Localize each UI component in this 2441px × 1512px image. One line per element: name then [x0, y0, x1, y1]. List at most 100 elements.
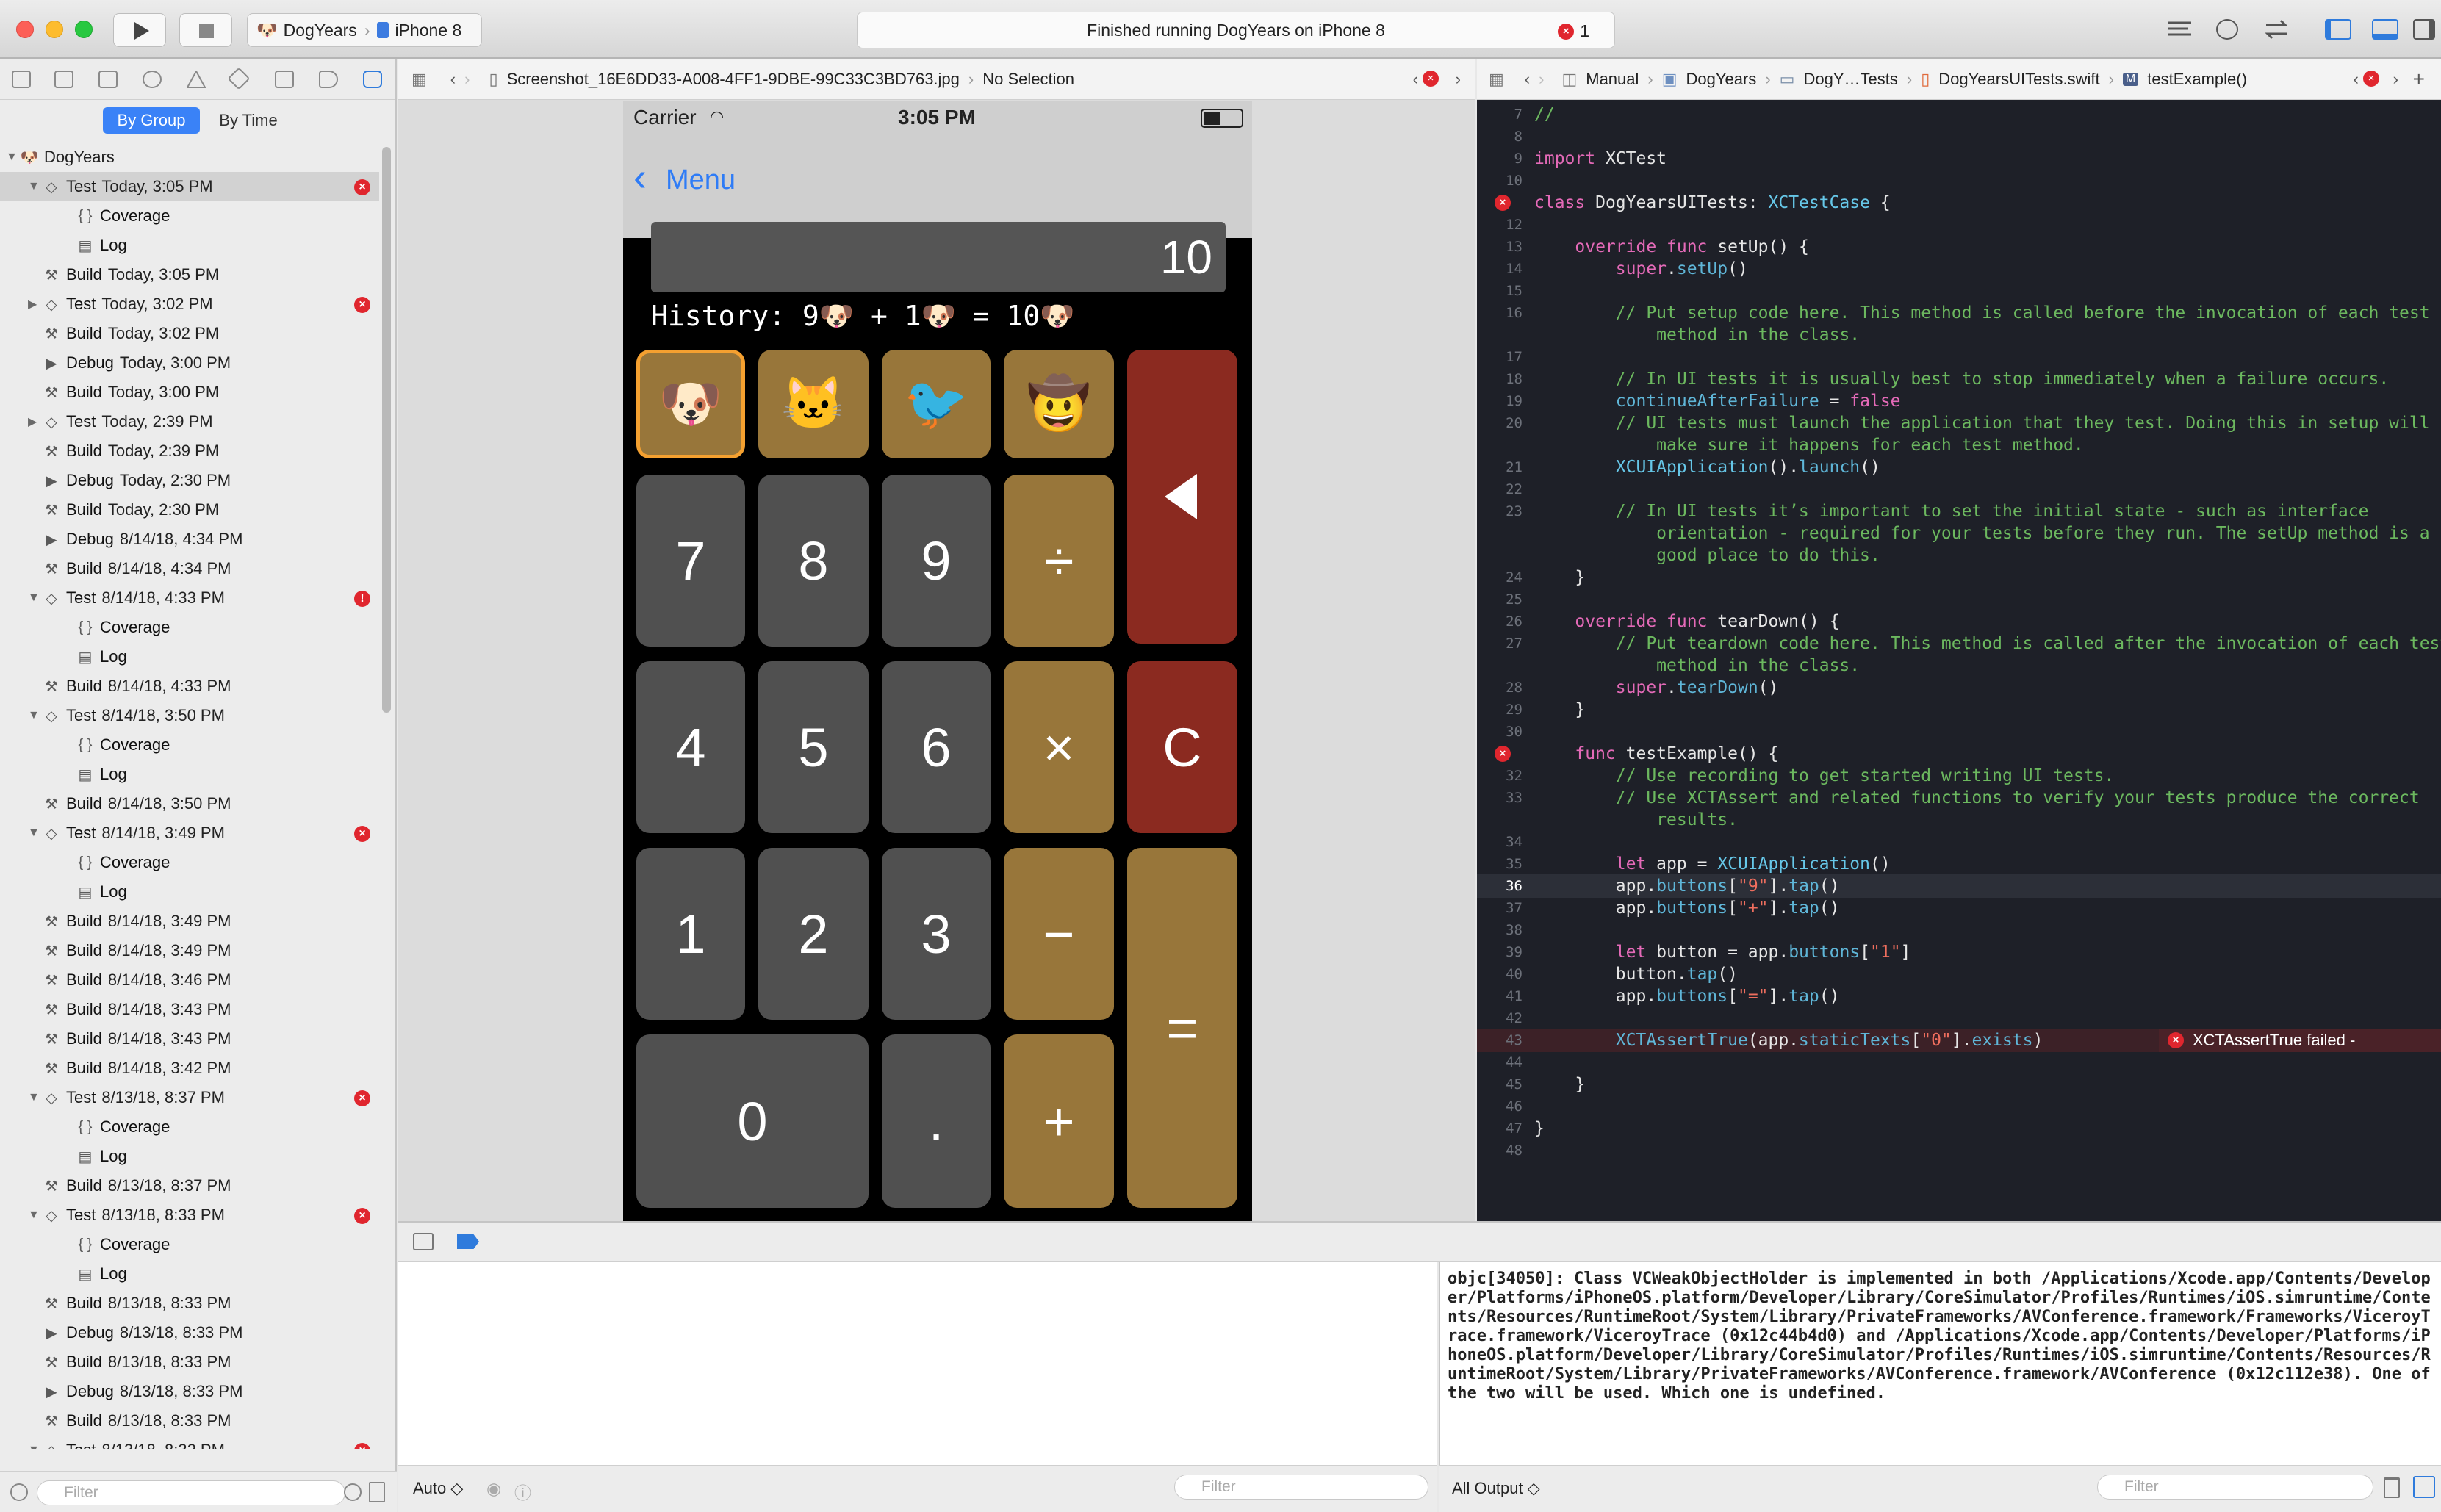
code-line[interactable]: 24 }: [1477, 566, 2441, 589]
tree-row[interactable]: ▼ ◇ Test 8/14/18, 4:33 PM!: [0, 583, 379, 613]
run-button[interactable]: [113, 13, 166, 47]
code-line[interactable]: 7 //: [1477, 103, 2441, 126]
tree-row[interactable]: { } Coverage: [0, 201, 379, 231]
code-line[interactable]: 8: [1477, 125, 2441, 148]
forward-arrow-icon[interactable]: ›: [1539, 70, 1544, 89]
equals-button[interactable]: =: [1127, 848, 1237, 1208]
scheme-selector[interactable]: 🐶 DogYears › iPhone 8: [247, 13, 482, 47]
code-line[interactable]: 30: [1477, 720, 2441, 744]
key-8[interactable]: 8: [758, 475, 869, 647]
assistant-editor-icon[interactable]: [2216, 19, 2238, 40]
code-line[interactable]: 38: [1477, 918, 2441, 942]
tree-row[interactable]: ⚒ Build 8/14/18, 4:33 PM: [0, 672, 379, 701]
code-line[interactable]: 17: [1477, 345, 2441, 369]
code-line[interactable]: 28 super.tearDown(): [1477, 676, 2441, 699]
back-chevron-icon[interactable]: ‹: [633, 157, 647, 197]
navigator-filter-input[interactable]: Filter: [37, 1480, 345, 1505]
add-editor-icon[interactable]: +: [2413, 68, 2425, 91]
tree-row[interactable]: ▼◇ Test 8/13/18, 8:32 PM ×: [0, 1436, 379, 1449]
stop-button[interactable]: [179, 13, 232, 47]
eye-icon[interactable]: ◉: [486, 1479, 501, 1499]
tree-row[interactable]: { } Coverage: [0, 1230, 379, 1259]
multiply-button[interactable]: ×: [1004, 661, 1114, 833]
code-line[interactable]: 42: [1477, 1007, 2441, 1030]
tree-row[interactable]: ▤ Log: [0, 231, 379, 260]
code-line[interactable]: 41 app.buttons["="].tap(): [1477, 984, 2441, 1008]
variables-filter-input[interactable]: Filter: [1174, 1475, 1428, 1500]
activity-error-badge[interactable]: × 1: [1558, 21, 1589, 41]
by-time-segment[interactable]: By Time: [200, 107, 297, 134]
tree-row[interactable]: ⚒ Build 8/14/18, 3:46 PM: [0, 965, 379, 995]
key-1[interactable]: 1: [636, 848, 745, 1020]
code-line[interactable]: 13 override func setUp() {: [1477, 235, 2441, 259]
search-icon[interactable]: [143, 71, 162, 88]
tree-row[interactable]: ▤ Log: [0, 1142, 379, 1171]
code-line[interactable]: 29 }: [1477, 698, 2441, 721]
tree-row[interactable]: ▶ Debug 8/14/18, 4:34 PM: [0, 525, 379, 554]
info-icon[interactable]: ⓘ: [514, 1479, 531, 1504]
code-line[interactable]: 34: [1477, 830, 2441, 854]
code-line[interactable]: 33 // Use XCTAssert and related function…: [1477, 786, 2441, 810]
cat-pet-button[interactable]: 🐱: [758, 350, 869, 458]
recent-clock-icon[interactable]: [344, 1483, 362, 1501]
tree-root[interactable]: ▼ 🐶 DogYears: [0, 143, 379, 172]
code-line[interactable]: 43 XCTAssertTrue(app.staticTexts["0"].ex…: [1477, 1029, 2441, 1052]
code-line[interactable]: 32 // Use recording to get started writi…: [1477, 764, 2441, 788]
tree-row[interactable]: ⚒ Build 8/13/18, 8:33 PM: [0, 1347, 379, 1377]
code-line[interactable]: 47}: [1477, 1117, 2441, 1140]
tree-row[interactable]: { } Coverage: [0, 848, 379, 877]
back-button[interactable]: Menu: [666, 165, 736, 196]
tree-row[interactable]: ⚒ Build Today, 3:05 PM: [0, 260, 379, 289]
standard-editor-icon[interactable]: [2166, 19, 2193, 40]
jump-symbol[interactable]: testExample(): [2147, 70, 2247, 89]
tree-row[interactable]: ▶ ◇ Test Today, 3:02 PM ×: [0, 289, 379, 319]
tree-row[interactable]: ⚒ Build 8/14/18, 3:42 PM: [0, 1054, 379, 1083]
tree-row[interactable]: ⚒ Build 8/14/18, 3:49 PM: [0, 907, 379, 936]
tree-row[interactable]: ⚒ Build Today, 3:00 PM: [0, 378, 379, 407]
source-control-icon[interactable]: [54, 71, 73, 88]
code-line[interactable]: 36 app.buttons["9"].tap(): [1477, 874, 2441, 898]
split-console-icon[interactable]: [2413, 1476, 2435, 1498]
disclosure-open-icon[interactable]: ▼: [28, 709, 41, 722]
code-line[interactable]: 44: [1477, 1051, 2441, 1074]
tree-row[interactable]: ▼ ◇ Test 8/14/18, 3:50 PM: [0, 701, 379, 730]
code-line[interactable]: 35 let app = XCUIApplication(): [1477, 852, 2441, 876]
tree-row[interactable]: { } Coverage: [0, 613, 379, 642]
tree-row[interactable]: ▼ ◇ Test Today, 3:05 PM ×: [0, 172, 379, 201]
code-line[interactable]: 21 XCUIApplication().launch(): [1477, 456, 2441, 479]
folder-icon[interactable]: [12, 71, 31, 88]
back-arrow-icon[interactable]: ‹: [450, 70, 456, 89]
key-5[interactable]: 5: [758, 661, 869, 833]
trash-icon[interactable]: [2384, 1477, 2400, 1498]
forward-arrow-icon[interactable]: ›: [464, 70, 470, 89]
tree-row[interactable]: ⚒ Build Today, 3:02 PM: [0, 319, 379, 348]
jump-file-name[interactable]: Screenshot_16E6DD33-A008-4FF1-9DBE-99C33…: [507, 70, 960, 89]
hide-debug-area-icon[interactable]: [413, 1233, 434, 1250]
disclosure-open-icon[interactable]: ▼: [28, 1091, 41, 1104]
report-icon[interactable]: [363, 71, 382, 88]
toggle-inspector-icon[interactable]: [2413, 19, 2435, 40]
code-line[interactable]: method in the class.: [1477, 323, 2441, 347]
disclosure-closed-icon[interactable]: ▶: [28, 297, 41, 312]
jump-mode[interactable]: Manual: [1586, 70, 1639, 89]
document-icon[interactable]: [369, 1482, 385, 1502]
toggle-navigator-icon[interactable]: [2325, 19, 2351, 40]
code-line[interactable]: good place to do this.: [1477, 544, 2441, 567]
backspace-button[interactable]: [1127, 350, 1237, 644]
code-line[interactable]: 18 // In UI tests it is usually best to …: [1477, 367, 2441, 391]
code-line[interactable]: 14 super.setUp(): [1477, 257, 2441, 281]
code-line[interactable]: 39 let button = app.buttons["1"]: [1477, 940, 2441, 964]
tree-row[interactable]: ▤ Log: [0, 1259, 379, 1289]
jump-project[interactable]: DogYears: [1686, 70, 1757, 89]
related-items-icon[interactable]: ▦: [1489, 70, 1504, 89]
human-pet-button[interactable]: 🤠: [1004, 350, 1114, 458]
code-line[interactable]: results.: [1477, 808, 2441, 832]
symbol-icon[interactable]: [98, 71, 118, 88]
variables-scope-select[interactable]: Auto ◇: [413, 1479, 463, 1498]
code-line[interactable]: 26 override func tearDown() {: [1477, 610, 2441, 633]
navigator-scrollbar[interactable]: [382, 147, 391, 713]
warning-icon[interactable]: [186, 69, 206, 88]
tree-row[interactable]: ▤ Log: [0, 760, 379, 789]
jump-file[interactable]: DogYearsUITests.swift: [1938, 70, 2099, 89]
divide-button[interactable]: ÷: [1004, 475, 1114, 647]
